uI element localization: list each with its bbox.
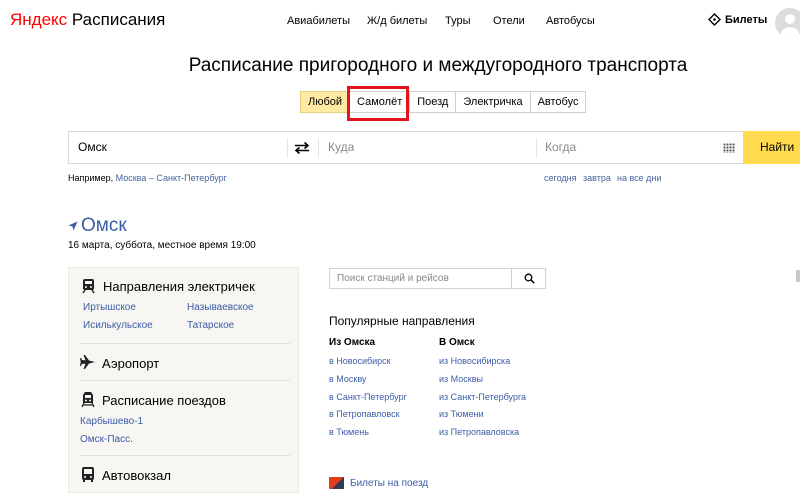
trains-title[interactable]: Расписание поездов [102, 393, 226, 408]
user-avatar[interactable] [775, 8, 800, 38]
plane-tab-highlight [347, 86, 409, 121]
suburban-link[interactable]: Называевское [187, 302, 254, 313]
example-prefix: Например, [68, 173, 114, 183]
divider [80, 455, 290, 456]
tab-train[interactable]: Поезд [410, 91, 457, 113]
date-tomorrow[interactable]: завтра [583, 173, 611, 183]
direction-link[interactable]: из Москвы [439, 374, 483, 384]
nav-hotels[interactable]: Отели [493, 15, 525, 27]
search-example: Например, Москва – Санкт-Петербург [68, 173, 227, 183]
city-heading[interactable]: Омск [68, 215, 127, 237]
nav-buses[interactable]: Автобусы [546, 15, 595, 27]
swap-arrows-icon[interactable] [294, 142, 310, 154]
city-info-panel: Направления электричек Иртышское Называе… [68, 267, 299, 493]
find-button[interactable]: Найти [743, 131, 800, 164]
bus-station-title[interactable]: Автовокзал [102, 468, 171, 483]
route-search-bar: Омск Куда Когда [68, 131, 800, 164]
tab-bus[interactable]: Автобус [530, 91, 587, 113]
airport-title[interactable]: Аэропорт [102, 356, 159, 371]
date-today[interactable]: сегодня [544, 173, 577, 183]
direction-link[interactable]: из Санкт-Петербурга [439, 392, 526, 402]
station-search-box [329, 268, 546, 289]
station-link[interactable]: Карбышево-1 [80, 416, 143, 427]
suburban-link[interactable]: Иртышское [83, 302, 136, 313]
direction-link[interactable]: из Новосибирска [439, 356, 510, 366]
suburban-title[interactable]: Направления электричек [103, 279, 255, 294]
tab-any[interactable]: Любой [300, 91, 351, 113]
from-input[interactable]: Омск [78, 140, 107, 154]
station-search-input[interactable] [330, 269, 511, 288]
top-navigation: Авиабилеты Ж/д билеты Туры Отели Автобус… [0, 15, 800, 29]
when-input[interactable]: Когда [545, 140, 576, 154]
tab-suburban[interactable]: Электричка [456, 91, 531, 113]
direction-link[interactable]: из Петропавловска [439, 427, 519, 437]
city-name: Омск [81, 215, 127, 236]
to-city-title: В Омск [439, 337, 475, 348]
station-link[interactable]: Омск-Пасс. [80, 434, 133, 445]
train-icon [81, 392, 95, 408]
direction-link[interactable]: в Москву [329, 374, 366, 384]
divider [80, 380, 290, 381]
divider [536, 138, 537, 158]
transport-tabs: Любой Самолёт Поезд Электричка Автобус [300, 91, 587, 113]
direction-link[interactable]: в Петропавловск [329, 409, 400, 419]
suburban-link[interactable]: Татарское [187, 320, 234, 331]
bus-icon [82, 467, 94, 482]
suburban-train-icon [82, 279, 95, 294]
to-input[interactable]: Куда [328, 140, 354, 154]
train-tickets-link[interactable]: Билеты на поезд [329, 477, 428, 489]
suburban-link[interactable]: Исилькульское [83, 320, 153, 331]
airplane-icon [80, 355, 95, 369]
direction-link[interactable]: из Тюмени [439, 409, 484, 419]
tickets-label: Билеты [725, 13, 768, 26]
scrollbar[interactable] [796, 270, 800, 282]
date-all-days[interactable]: на все дни [617, 173, 661, 183]
search-icon [524, 273, 535, 284]
page-title: Расписание пригородного и междугородного… [188, 55, 688, 76]
tickets-link[interactable]: Билеты [708, 13, 767, 26]
nav-tours[interactable]: Туры [445, 15, 471, 27]
popular-directions-title: Популярные направления [329, 314, 475, 328]
station-search-button[interactable] [511, 269, 546, 288]
location-arrow-icon [68, 221, 78, 231]
train-tickets-icon [329, 477, 344, 489]
example-link[interactable]: Москва – Санкт-Петербург [116, 173, 227, 183]
direction-link[interactable]: в Тюмень [329, 427, 369, 437]
direction-link[interactable]: в Санкт-Петербург [329, 392, 407, 402]
calendar-icon[interactable] [723, 143, 735, 153]
divider [287, 138, 288, 158]
city-date: 16 марта, суббота, местное время 19:00 [68, 240, 256, 251]
direction-link[interactable]: в Новосибирск [329, 356, 391, 366]
ticket-icon [708, 13, 721, 26]
train-tickets-label: Билеты на поезд [350, 477, 429, 489]
divider [318, 138, 319, 158]
from-city-title: Из Омска [329, 337, 376, 348]
nav-avia[interactable]: Авиабилеты [287, 15, 350, 27]
divider [80, 343, 290, 344]
nav-rail[interactable]: Ж/д билеты [367, 15, 427, 27]
